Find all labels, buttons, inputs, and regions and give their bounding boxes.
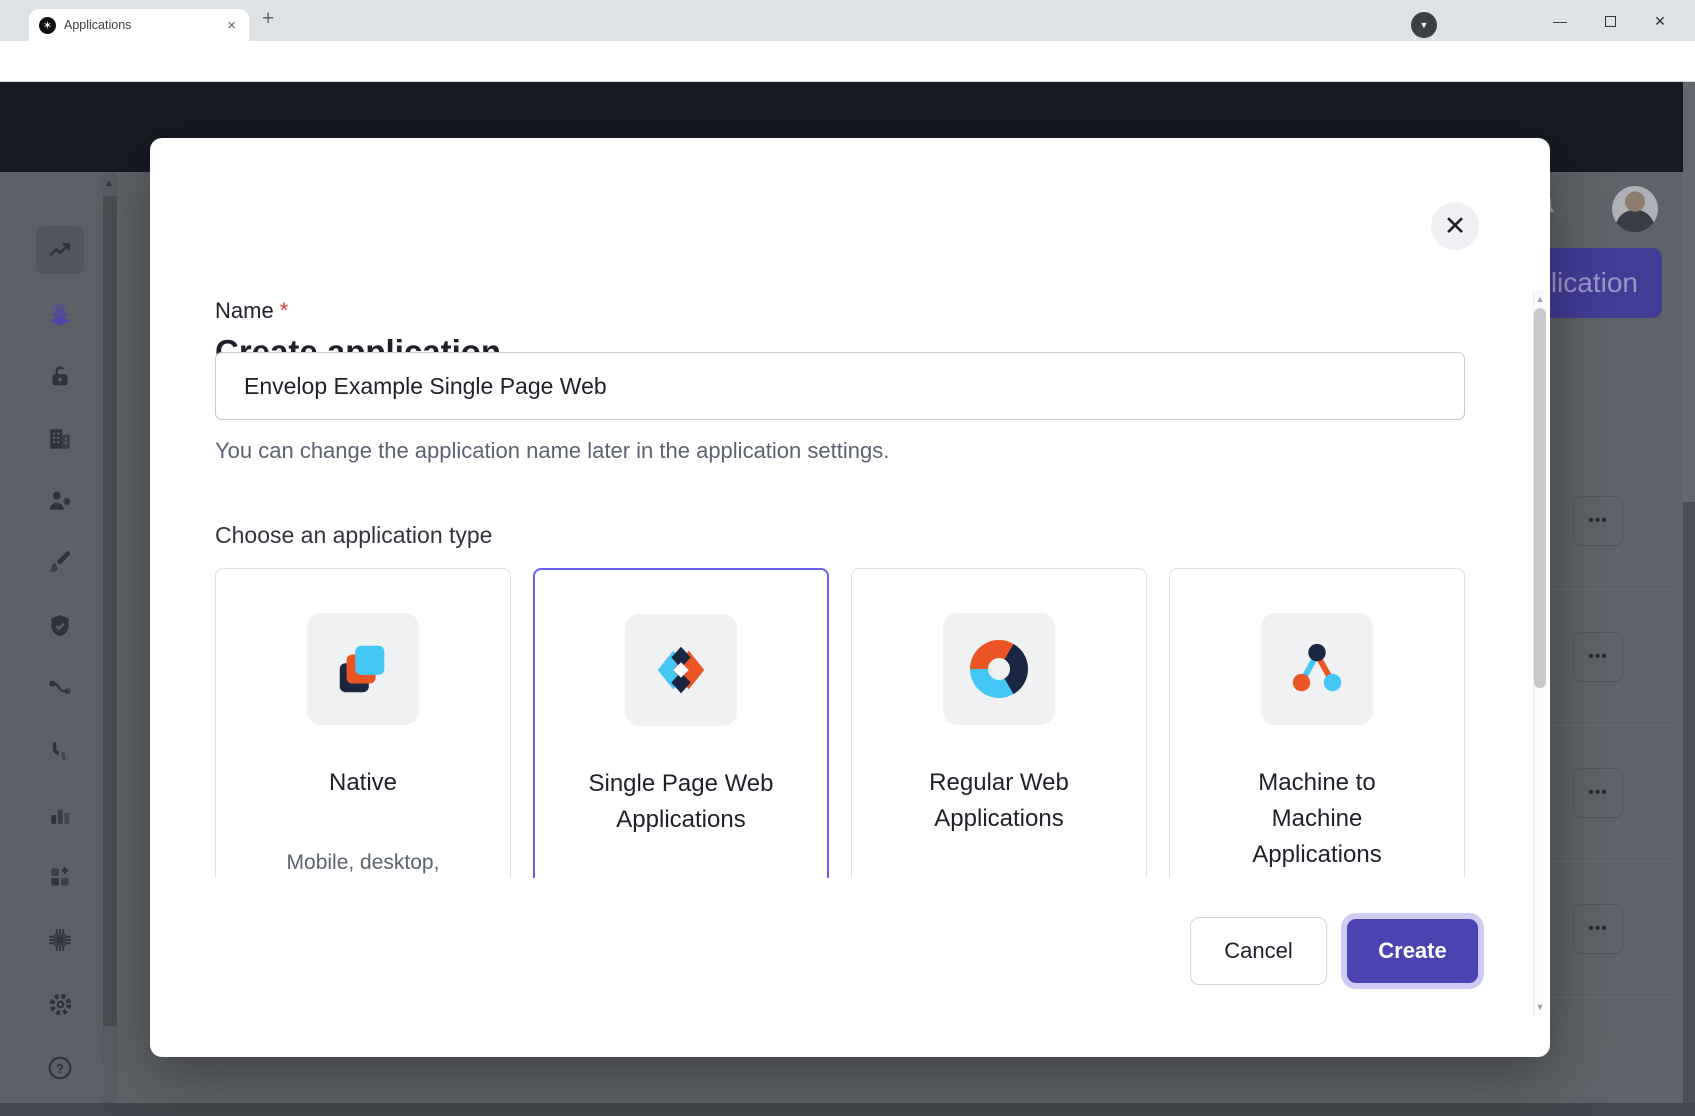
- actions-flow-icon: [47, 676, 73, 702]
- layers-icon: [46, 300, 74, 328]
- tab-search-icon[interactable]: ▼: [1411, 12, 1437, 38]
- sidebar-item-authentication[interactable]: [36, 352, 84, 400]
- sidebar-item-organizations[interactable]: [36, 415, 84, 463]
- browser-toolbar: ← → ↻ manage.auth0.com/dashboard/eu/drea…: [0, 41, 1695, 82]
- auth0-favicon-icon: ✶: [39, 17, 56, 34]
- sidebar-item-user-management[interactable]: [36, 477, 84, 525]
- modal-scroll-up-arrow[interactable]: ▲: [1534, 294, 1546, 304]
- user-gear-icon: [47, 488, 73, 514]
- app-row-menu-button[interactable]: •••: [1573, 496, 1623, 546]
- app-type-card-single-page[interactable]: Single Page Web Applications A JavaScrip…: [533, 568, 829, 878]
- sidebar-nav: ?: [0, 172, 117, 1116]
- modal-close-button[interactable]: ✕: [1431, 202, 1479, 250]
- modal-scroll-area: Name* You can change the application nam…: [150, 290, 1533, 878]
- name-helper-text: You can change the application name late…: [215, 438, 1465, 464]
- horizontal-scrollbar[interactable]: [0, 1103, 1695, 1116]
- application-type-label: Choose an application type: [215, 522, 1465, 549]
- paintbrush-icon: [47, 549, 73, 575]
- unlock-icon: [47, 363, 73, 389]
- bar-chart-icon: [47, 801, 73, 827]
- regular-web-icon: [943, 613, 1055, 725]
- app-type-card-regular-web[interactable]: Regular Web Applications Traditional web: [851, 568, 1147, 878]
- app-row-menu-button[interactable]: •••: [1573, 904, 1623, 954]
- browser-tab-bar: ✶ Applications × + ▼ — ✕: [0, 0, 1695, 41]
- tab-close-icon[interactable]: ×: [224, 17, 239, 34]
- sidebar-item-applications[interactable]: [36, 290, 84, 338]
- grid-plus-icon: [47, 864, 73, 890]
- sidebar-item-monitoring[interactable]: [36, 790, 84, 838]
- cancel-button[interactable]: Cancel: [1190, 917, 1327, 985]
- tab-title: Applications: [64, 18, 224, 32]
- window-minimize-button[interactable]: —: [1545, 9, 1575, 33]
- shield-check-icon: [47, 613, 73, 639]
- sidebar-item-auth-pipeline[interactable]: [36, 728, 84, 776]
- create-application-modal: Create application ✕ Name* You can chang…: [150, 138, 1550, 1057]
- sidebar-item-security[interactable]: [36, 602, 84, 650]
- gear-icon: [47, 991, 74, 1018]
- card-title: Single Page Web Applications: [576, 766, 786, 838]
- spa-icon: [625, 614, 737, 726]
- app-row-menu-button[interactable]: •••: [1573, 632, 1623, 682]
- card-title: Native: [258, 765, 468, 801]
- sidebar-item-help[interactable]: ?: [36, 1044, 84, 1092]
- card-title: Machine to Machine Applications: [1212, 765, 1422, 873]
- building-icon: [47, 426, 73, 452]
- modal-scrollbar-thumb[interactable]: [1534, 308, 1546, 688]
- sidebar-item-settings[interactable]: [36, 980, 84, 1028]
- chip-icon: [47, 927, 73, 953]
- create-button[interactable]: Create: [1347, 919, 1478, 983]
- window-close-button[interactable]: ✕: [1645, 9, 1675, 33]
- modal-scroll-down-arrow[interactable]: ▼: [1534, 1002, 1546, 1012]
- sidebar-item-actions[interactable]: [36, 665, 84, 713]
- app-row-menu-button[interactable]: •••: [1573, 768, 1623, 818]
- card-title: Regular Web Applications: [894, 765, 1104, 837]
- help-circle-icon: ?: [47, 1055, 73, 1081]
- svg-text:?: ?: [56, 1061, 64, 1076]
- sidebar-item-marketplace[interactable]: [36, 853, 84, 901]
- sidebar-scroll-up-arrow[interactable]: ▲: [104, 178, 114, 189]
- required-asterisk: *: [280, 298, 289, 323]
- trending-up-icon: [47, 237, 73, 263]
- app-type-card-machine-to-machine[interactable]: Machine to Machine Applications: [1169, 568, 1465, 878]
- native-icon: [307, 613, 419, 725]
- app-type-card-native[interactable]: Native Mobile, desktop, CLI and smart: [215, 568, 511, 878]
- user-avatar[interactable]: [1612, 186, 1658, 232]
- new-tab-button[interactable]: +: [262, 7, 274, 31]
- window-maximize-button[interactable]: [1595, 9, 1625, 33]
- name-label: Name*: [215, 298, 1465, 324]
- application-name-input[interactable]: [215, 352, 1465, 420]
- sidebar-item-activity[interactable]: [36, 226, 84, 274]
- sidebar-item-extensions[interactable]: [36, 916, 84, 964]
- sidebar-scrollbar-thumb[interactable]: [103, 196, 117, 1026]
- browser-tab-applications[interactable]: ✶ Applications ×: [29, 9, 249, 41]
- page-scrollbar-thumb[interactable]: [1683, 82, 1695, 502]
- machine-to-machine-icon: [1261, 613, 1373, 725]
- pipeline-hook-icon: [47, 739, 73, 765]
- sidebar-item-branding[interactable]: [36, 538, 84, 586]
- card-description: Mobile, desktop, CLI and smart: [274, 847, 452, 878]
